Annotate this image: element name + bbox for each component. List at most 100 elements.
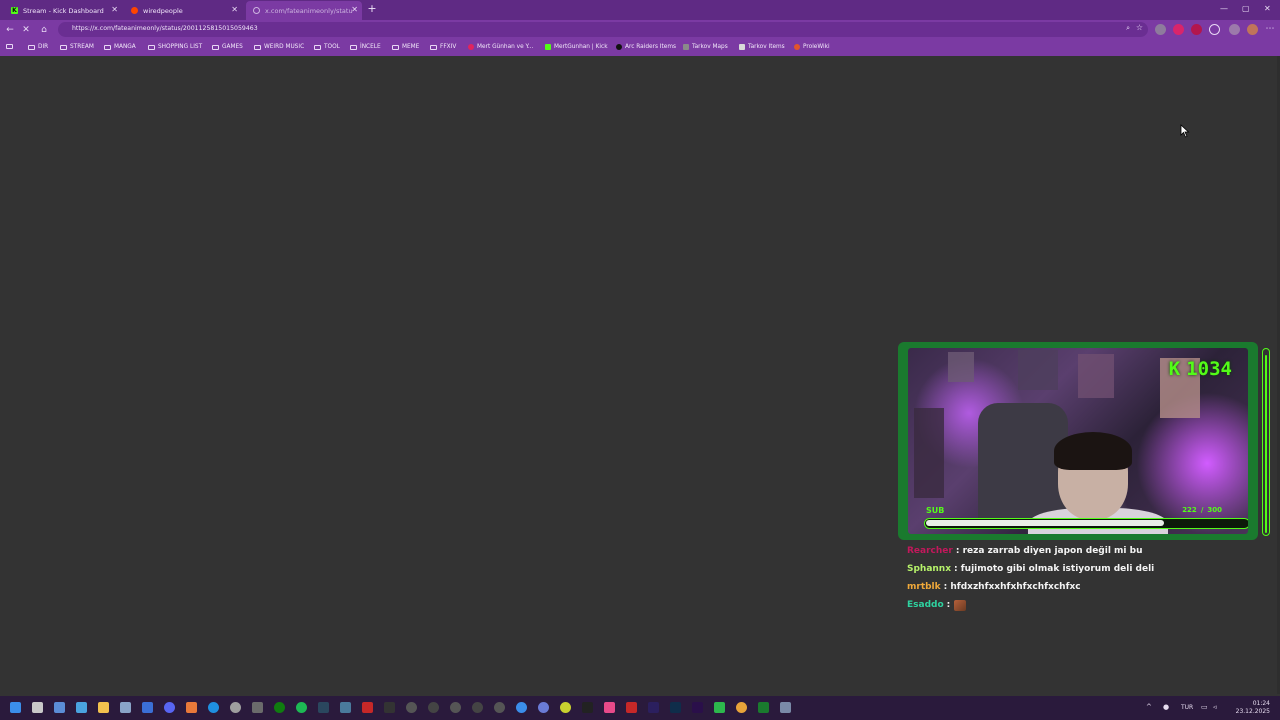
search-icon[interactable] [32, 702, 43, 713]
app-icon[interactable] [560, 702, 571, 713]
obs-icon[interactable] [406, 702, 417, 713]
sync-icon[interactable] [1209, 24, 1220, 35]
photoshop-icon[interactable] [670, 702, 681, 713]
app-icon[interactable] [714, 702, 725, 713]
bookmark-folder[interactable]: İNCELE [350, 44, 381, 50]
tarkov-icon [683, 44, 689, 50]
tab-title: wiredpeople [143, 6, 183, 15]
chat-text: reza zarrab diyen japon değil mi bu [962, 546, 1143, 556]
audition-icon[interactable] [648, 702, 659, 713]
terminal-icon[interactable] [252, 702, 263, 713]
premiere-icon[interactable] [692, 702, 703, 713]
bookmark-apps-icon[interactable] [6, 44, 13, 49]
notepad-icon[interactable] [120, 702, 131, 713]
tab-x-status[interactable]: x.com/fateanimeonly/status/200 ✕ [246, 1, 362, 20]
bookmark-link[interactable]: Mert Günhan ve Y... [468, 44, 533, 50]
new-tab-button[interactable]: + [366, 3, 378, 15]
app-icon[interactable] [758, 702, 769, 713]
maximize-icon[interactable]: ▢ [1242, 4, 1250, 13]
app-icon[interactable] [186, 702, 197, 713]
extension-icon[interactable] [1191, 24, 1202, 35]
folder-icon [28, 44, 35, 50]
system-clock[interactable]: 01:24 23.12.2025 [1236, 700, 1270, 716]
tab-kick-dashboard[interactable]: K Stream - Kick Dashboard ✕ [4, 1, 124, 20]
address-bar[interactable]: https://x.com/fateanimeonly/status/20011… [58, 22, 1148, 37]
app-icon[interactable] [472, 702, 483, 713]
app-icon[interactable] [450, 702, 461, 713]
chat-username: mrtblk [907, 582, 941, 592]
bookmark-folder[interactable]: MEME [392, 44, 419, 50]
browser-tab-bar: K Stream - Kick Dashboard ✕ wiredpeople … [0, 0, 1280, 20]
close-window-icon[interactable]: ✕ [1264, 4, 1271, 13]
chat-emote-icon [954, 599, 967, 611]
task-view-icon[interactable] [54, 702, 65, 713]
folder-icon [60, 44, 67, 50]
app-icon[interactable] [340, 702, 351, 713]
volume-icon[interactable]: ◃ [1213, 703, 1217, 711]
app-icon[interactable] [494, 702, 505, 713]
sub-goal-count: 222/300 [1180, 506, 1224, 514]
bookmark-link[interactable]: MertGunhan | Kick [545, 44, 608, 50]
reload-icon[interactable]: ✕ [20, 24, 32, 36]
back-icon[interactable]: ← [4, 24, 16, 36]
microphone-icon[interactable]: ● [1163, 703, 1169, 711]
app-icon[interactable] [538, 702, 549, 713]
bookmark-link[interactable]: ProleWiki [794, 44, 830, 50]
folder-icon [314, 44, 321, 50]
chat-separator: : [954, 564, 961, 574]
language-indicator[interactable]: TUR [1181, 704, 1193, 711]
steam-icon[interactable] [318, 702, 329, 713]
extension-icon[interactable] [1155, 24, 1166, 35]
chevron-up-icon[interactable]: ^ [1146, 703, 1152, 711]
network-icon[interactable]: ▭ [1201, 703, 1208, 711]
bookmark-folder[interactable]: DIR [28, 44, 48, 50]
star-icon[interactable]: ☆ [1136, 23, 1143, 32]
photos-icon[interactable] [76, 702, 87, 713]
arc-raiders-icon [616, 44, 622, 50]
spotify-icon[interactable] [296, 702, 307, 713]
bookmark-link[interactable]: Arc Raiders Items [616, 44, 676, 50]
start-icon[interactable] [10, 702, 21, 713]
app-icon[interactable] [362, 702, 373, 713]
blender-icon[interactable] [736, 702, 747, 713]
bookmark-link[interactable]: Tarkov Items [739, 44, 785, 50]
extension-icon[interactable] [1173, 24, 1184, 35]
discord-icon[interactable] [164, 702, 175, 713]
bookmark-folder[interactable]: TOOL [314, 44, 340, 50]
menu-icon[interactable]: ⋯ [1264, 23, 1276, 35]
app-icon[interactable] [582, 702, 593, 713]
xbox-icon[interactable] [274, 702, 285, 713]
edge-browser-icon[interactable] [208, 702, 219, 713]
chat-message: mrtblk : hfdxzhfxxhfxhfxchfxchfxc [907, 578, 1267, 596]
minimize-icon[interactable]: — [1220, 4, 1228, 13]
bookmarks-bar: DIR STREAM MANGA SHOPPING LIST GAMES WEI… [0, 40, 1280, 56]
app-icon[interactable] [516, 702, 527, 713]
bookmark-folder[interactable]: FFXIV [430, 44, 456, 50]
tab-wiredpeople[interactable]: wiredpeople ✕ [124, 1, 244, 20]
browser-nav-bar: ← ✕ ⌂ https://x.com/fateanimeonly/status… [0, 20, 1280, 40]
close-icon[interactable]: ✕ [231, 5, 238, 14]
bookmark-folder[interactable]: GAMES [212, 44, 243, 50]
file-explorer-icon[interactable] [98, 702, 109, 713]
kick-icon: K [11, 7, 18, 14]
close-icon[interactable]: ✕ [351, 5, 358, 14]
app-icon[interactable] [626, 702, 637, 713]
bookmark-link[interactable]: Tarkov Maps [683, 44, 728, 50]
app-icon[interactable] [428, 702, 439, 713]
bookmark-folder[interactable]: MANGA [104, 44, 136, 50]
zoom-icon[interactable]: ⌕ [1126, 24, 1130, 33]
bookmark-folder[interactable]: WEIRD MUSIC [254, 44, 304, 50]
app-icon[interactable] [604, 702, 615, 713]
close-icon[interactable]: ✕ [111, 5, 118, 14]
app-icon[interactable] [780, 702, 791, 713]
bookmark-folder[interactable]: SHOPPING LIST [148, 44, 202, 50]
docs-icon[interactable] [142, 702, 153, 713]
loading-icon [253, 7, 260, 14]
bookmark-folder[interactable]: STREAM [60, 44, 94, 50]
avatar[interactable] [1247, 24, 1258, 35]
home-icon[interactable]: ⌂ [38, 24, 50, 36]
reddit-icon [131, 7, 138, 14]
chrome-icon[interactable] [230, 702, 241, 713]
extensions-puzzle-icon[interactable] [1229, 24, 1240, 35]
app-icon[interactable] [384, 702, 395, 713]
